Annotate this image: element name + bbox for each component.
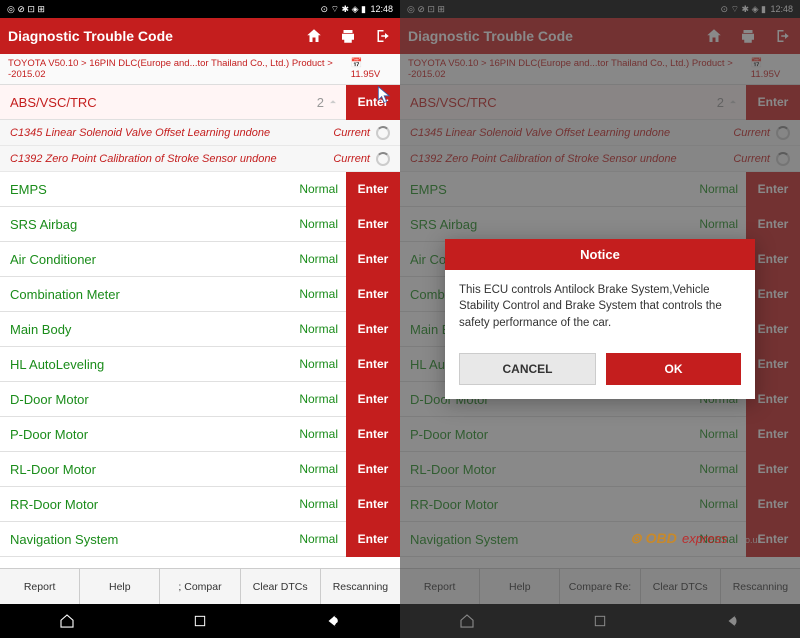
system-row[interactable]: EMPS Normal Enter bbox=[0, 172, 400, 207]
system-row[interactable]: SRS Airbag Normal Enter bbox=[0, 207, 400, 242]
system-label: RR-Door Motor bbox=[10, 497, 299, 512]
loading-icon bbox=[376, 126, 390, 140]
dialog-title: Notice bbox=[445, 239, 755, 270]
system-row[interactable]: Combination Meter Normal Enter bbox=[0, 277, 400, 312]
system-row[interactable]: P-Door Motor Normal Enter bbox=[0, 417, 400, 452]
system-label: Main Body bbox=[10, 322, 299, 337]
chevron-up-icon bbox=[326, 95, 340, 109]
system-label: P-Door Motor bbox=[10, 427, 299, 442]
system-label: HL AutoLeveling bbox=[10, 357, 299, 372]
home-nav-icon[interactable] bbox=[57, 611, 77, 631]
enter-button[interactable]: Enter bbox=[346, 207, 400, 242]
exit-icon[interactable] bbox=[372, 26, 392, 46]
recent-nav-icon[interactable] bbox=[190, 611, 210, 631]
dtc-item[interactable]: C1392 Zero Point Calibration of Stroke S… bbox=[0, 146, 400, 172]
system-row[interactable]: Navigation System Normal Enter bbox=[0, 522, 400, 557]
system-label: Navigation System bbox=[10, 532, 299, 547]
rescanning-button[interactable]: Rescanning bbox=[321, 569, 400, 604]
system-row[interactable]: D-Door Motor Normal Enter bbox=[0, 382, 400, 417]
status-text: Normal bbox=[299, 217, 338, 231]
help-button[interactable]: Help bbox=[80, 569, 160, 604]
home-icon[interactable] bbox=[304, 26, 324, 46]
mouse-cursor bbox=[376, 85, 394, 110]
dtc-list: ABS/VSC/TRC 2 Enter C1345 Linear Solenoi… bbox=[0, 85, 400, 568]
status-text: Normal bbox=[299, 252, 338, 266]
status-text: Normal bbox=[299, 427, 338, 441]
system-row-abs[interactable]: ABS/VSC/TRC 2 Enter bbox=[0, 85, 400, 120]
system-label: SRS Airbag bbox=[10, 217, 299, 232]
dialog-body: This ECU controls Antilock Brake System,… bbox=[445, 270, 755, 342]
app-header: Diagnostic Trouble Code bbox=[0, 18, 400, 54]
system-row[interactable]: Air Conditioner Normal Enter bbox=[0, 242, 400, 277]
system-label: Combination Meter bbox=[10, 287, 299, 302]
status-text: Normal bbox=[299, 357, 338, 371]
enter-button[interactable]: Enter bbox=[346, 382, 400, 417]
system-row[interactable]: HL AutoLeveling Normal Enter bbox=[0, 347, 400, 382]
status-text: Normal bbox=[299, 532, 338, 546]
system-label: EMPS bbox=[10, 182, 299, 197]
system-row[interactable]: RR-Door Motor Normal Enter bbox=[0, 487, 400, 522]
watermark: ⊚ OBD express .co.uk bbox=[630, 523, 770, 558]
enter-button[interactable]: Enter bbox=[346, 242, 400, 277]
status-text: Normal bbox=[299, 287, 338, 301]
android-nav-bar bbox=[0, 604, 400, 638]
enter-button[interactable]: Enter bbox=[346, 487, 400, 522]
compare-button[interactable]: ; Compar bbox=[160, 569, 240, 604]
status-text: Normal bbox=[299, 392, 338, 406]
status-text: Normal bbox=[299, 182, 338, 196]
report-button[interactable]: Report bbox=[0, 569, 80, 604]
enter-button[interactable]: Enter bbox=[346, 452, 400, 487]
right-panel: ◎ ⊘ ⊡ ⊞ ⊙ ⌔ ✱ ◈ ▮ 12:48 Diagnostic Troub… bbox=[400, 0, 800, 638]
back-nav-icon[interactable] bbox=[323, 611, 343, 631]
notice-dialog: Notice This ECU controls Antilock Brake … bbox=[445, 239, 755, 398]
status-text: Normal bbox=[299, 322, 338, 336]
enter-button[interactable]: Enter bbox=[346, 522, 400, 557]
system-label: D-Door Motor bbox=[10, 392, 299, 407]
system-label: RL-Door Motor bbox=[10, 462, 299, 477]
enter-button[interactable]: Enter bbox=[346, 417, 400, 452]
svg-text:express: express bbox=[682, 531, 728, 546]
svg-text:.co.uk: .co.uk bbox=[738, 535, 763, 545]
breadcrumb: TOYOTA V50.10 > 16PIN DLC(Europe and...t… bbox=[0, 54, 400, 85]
cancel-button[interactable]: CANCEL bbox=[459, 353, 596, 385]
svg-text:⊚ OBD: ⊚ OBD bbox=[630, 530, 677, 546]
dtc-item[interactable]: C1345 Linear Solenoid Valve Offset Learn… bbox=[0, 120, 400, 146]
system-row[interactable]: Main Body Normal Enter bbox=[0, 312, 400, 347]
enter-button[interactable]: Enter bbox=[346, 172, 400, 207]
enter-button[interactable]: Enter bbox=[346, 312, 400, 347]
system-row[interactable]: RL-Door Motor Normal Enter bbox=[0, 452, 400, 487]
bottom-toolbar: Report Help ; Compar Clear DTCs Rescanni… bbox=[0, 568, 400, 604]
print-icon[interactable] bbox=[338, 26, 358, 46]
enter-button[interactable]: Enter bbox=[346, 347, 400, 382]
android-status-bar: ◎ ⊘ ⊡ ⊞ ⊙ ⌔ ✱ ◈ ▮ 12:48 bbox=[0, 0, 400, 18]
status-text: Normal bbox=[299, 462, 338, 476]
status-text: Normal bbox=[299, 497, 338, 511]
left-panel: ◎ ⊘ ⊡ ⊞ ⊙ ⌔ ✱ ◈ ▮ 12:48 Diagnostic Troub… bbox=[0, 0, 400, 638]
system-label: Air Conditioner bbox=[10, 252, 299, 267]
page-title: Diagnostic Trouble Code bbox=[8, 28, 304, 44]
clear-dtcs-button[interactable]: Clear DTCs bbox=[241, 569, 321, 604]
ok-button[interactable]: OK bbox=[606, 353, 741, 385]
loading-icon bbox=[376, 152, 390, 166]
enter-button[interactable]: Enter bbox=[346, 277, 400, 312]
